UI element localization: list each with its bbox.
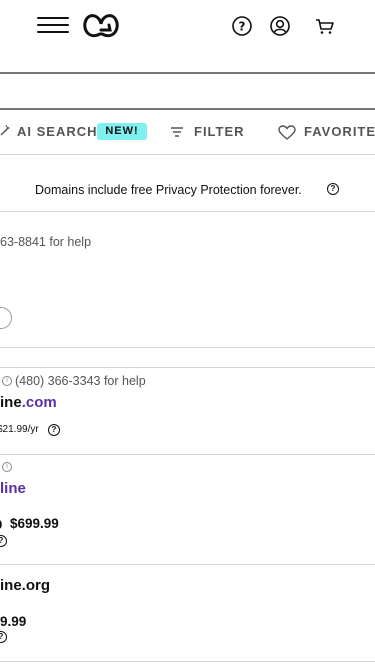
price: $699.99 <box>10 516 59 531</box>
info-icon[interactable]: i <box>2 376 12 386</box>
divider <box>0 564 375 565</box>
divider <box>0 454 375 455</box>
menu-button[interactable] <box>37 16 69 34</box>
filter-icon[interactable] <box>170 126 184 138</box>
domain-name[interactable]: line <box>0 480 26 497</box>
domain-name[interactable]: ine.org <box>0 577 50 594</box>
magic-wand-icon <box>0 124 10 136</box>
logo[interactable] <box>82 10 120 40</box>
price: $21.99/yr <box>0 424 39 435</box>
divider <box>0 211 375 212</box>
svg-text:?: ? <box>239 20 246 34</box>
privacy-help-icon[interactable]: ? <box>327 183 339 195</box>
help-phone-text: (480) 366-3343 for help <box>15 374 146 388</box>
filter-button[interactable]: FILTER <box>194 124 245 139</box>
divider <box>0 347 375 348</box>
old-price: 9 <box>0 517 2 532</box>
heart-icon[interactable] <box>278 125 296 140</box>
privacy-notice: Domains include free Privacy Protection … <box>35 183 302 197</box>
new-badge: NEW! <box>97 123 147 140</box>
price: 9.99 <box>0 614 27 629</box>
search-bar-top[interactable] <box>0 72 375 74</box>
cart-button[interactable] <box>314 15 336 37</box>
help-phone-text: 63-8841 for help <box>0 235 92 249</box>
divider <box>0 154 375 155</box>
divider <box>0 367 375 368</box>
price-help-icon[interactable]: ? <box>0 535 7 547</box>
search-bar-bottom <box>0 108 375 110</box>
godaddy-logo-icon <box>83 14 119 37</box>
account-icon <box>270 16 290 36</box>
info-icon[interactable]: i <box>2 462 12 472</box>
cart-icon <box>316 19 334 34</box>
domain-prefix: ine <box>0 394 22 411</box>
help-button[interactable]: ? <box>231 15 253 37</box>
favorites-button[interactable]: FAVORITE <box>304 124 375 139</box>
divider <box>0 661 375 662</box>
domain-tld: .com <box>21 394 57 411</box>
help-circle-icon: ? <box>232 16 252 36</box>
price-help-icon[interactable]: ? <box>48 424 60 436</box>
domain-name[interactable]: ine.com <box>0 394 57 411</box>
ai-search-label[interactable]: AI SEARCH <box>17 124 98 139</box>
price-help-icon[interactable]: ? <box>0 631 7 643</box>
account-button[interactable] <box>269 15 291 37</box>
toggle-control[interactable] <box>0 307 12 329</box>
